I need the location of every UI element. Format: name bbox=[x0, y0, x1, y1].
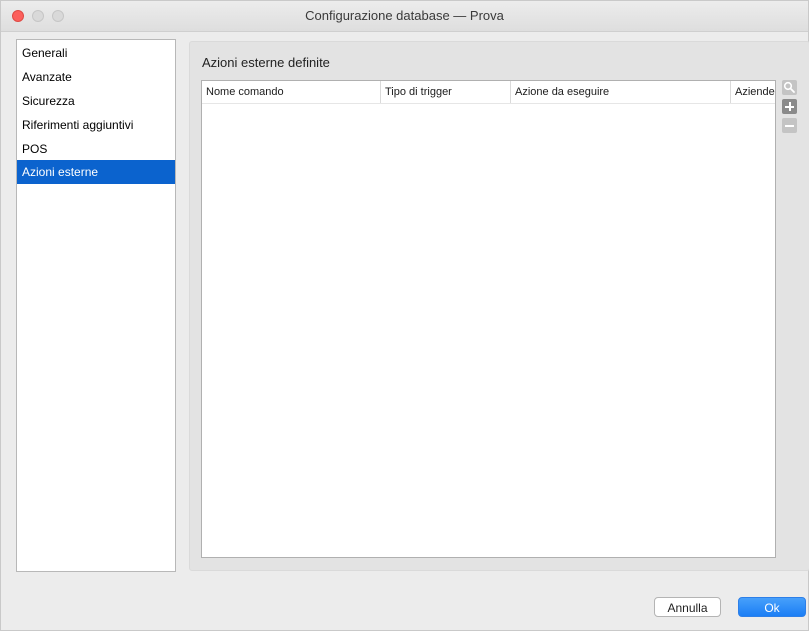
sidebar-item-avanzate[interactable]: Avanzate bbox=[17, 65, 175, 89]
sidebar-item-riferimenti-aggiuntivi[interactable]: Riferimenti aggiuntivi bbox=[17, 113, 175, 137]
sidebar-item-sicurezza[interactable]: Sicurezza bbox=[17, 89, 175, 113]
ok-button[interactable]: Ok bbox=[738, 597, 806, 617]
sidebar-item-azioni-esterne[interactable]: Azioni esterne bbox=[17, 160, 175, 184]
title-bar: Configurazione database — Prova bbox=[1, 1, 808, 32]
remove-icon[interactable] bbox=[782, 118, 797, 133]
column-header-nome-comando[interactable]: Nome comando bbox=[202, 81, 380, 103]
column-header-tipo-di-trigger[interactable]: Tipo di trigger bbox=[380, 81, 510, 103]
column-header-azione-da-eseguire[interactable]: Azione da eseguire bbox=[510, 81, 730, 103]
sidebar: Generali Avanzate Sicurezza Riferimenti … bbox=[16, 39, 176, 572]
column-header-aziende[interactable]: Aziende bbox=[730, 81, 775, 103]
cancel-button[interactable]: Annulla bbox=[654, 597, 721, 617]
table-header: Nome comando Tipo di trigger Azione da e… bbox=[202, 81, 775, 104]
sidebar-item-generali[interactable]: Generali bbox=[17, 41, 175, 65]
dialog-window: Configurazione database — Prova Generali… bbox=[0, 0, 809, 631]
section-title: Azioni esterne definite bbox=[202, 55, 330, 70]
window-title: Configurazione database — Prova bbox=[305, 8, 504, 23]
external-actions-table[interactable]: Nome comando Tipo di trigger Azione da e… bbox=[201, 80, 776, 558]
sidebar-item-pos[interactable]: POS bbox=[17, 137, 175, 161]
content-panel: Azioni esterne definite Nome comando Tip… bbox=[189, 41, 809, 571]
add-icon[interactable] bbox=[782, 99, 797, 114]
search-icon[interactable] bbox=[782, 80, 797, 95]
